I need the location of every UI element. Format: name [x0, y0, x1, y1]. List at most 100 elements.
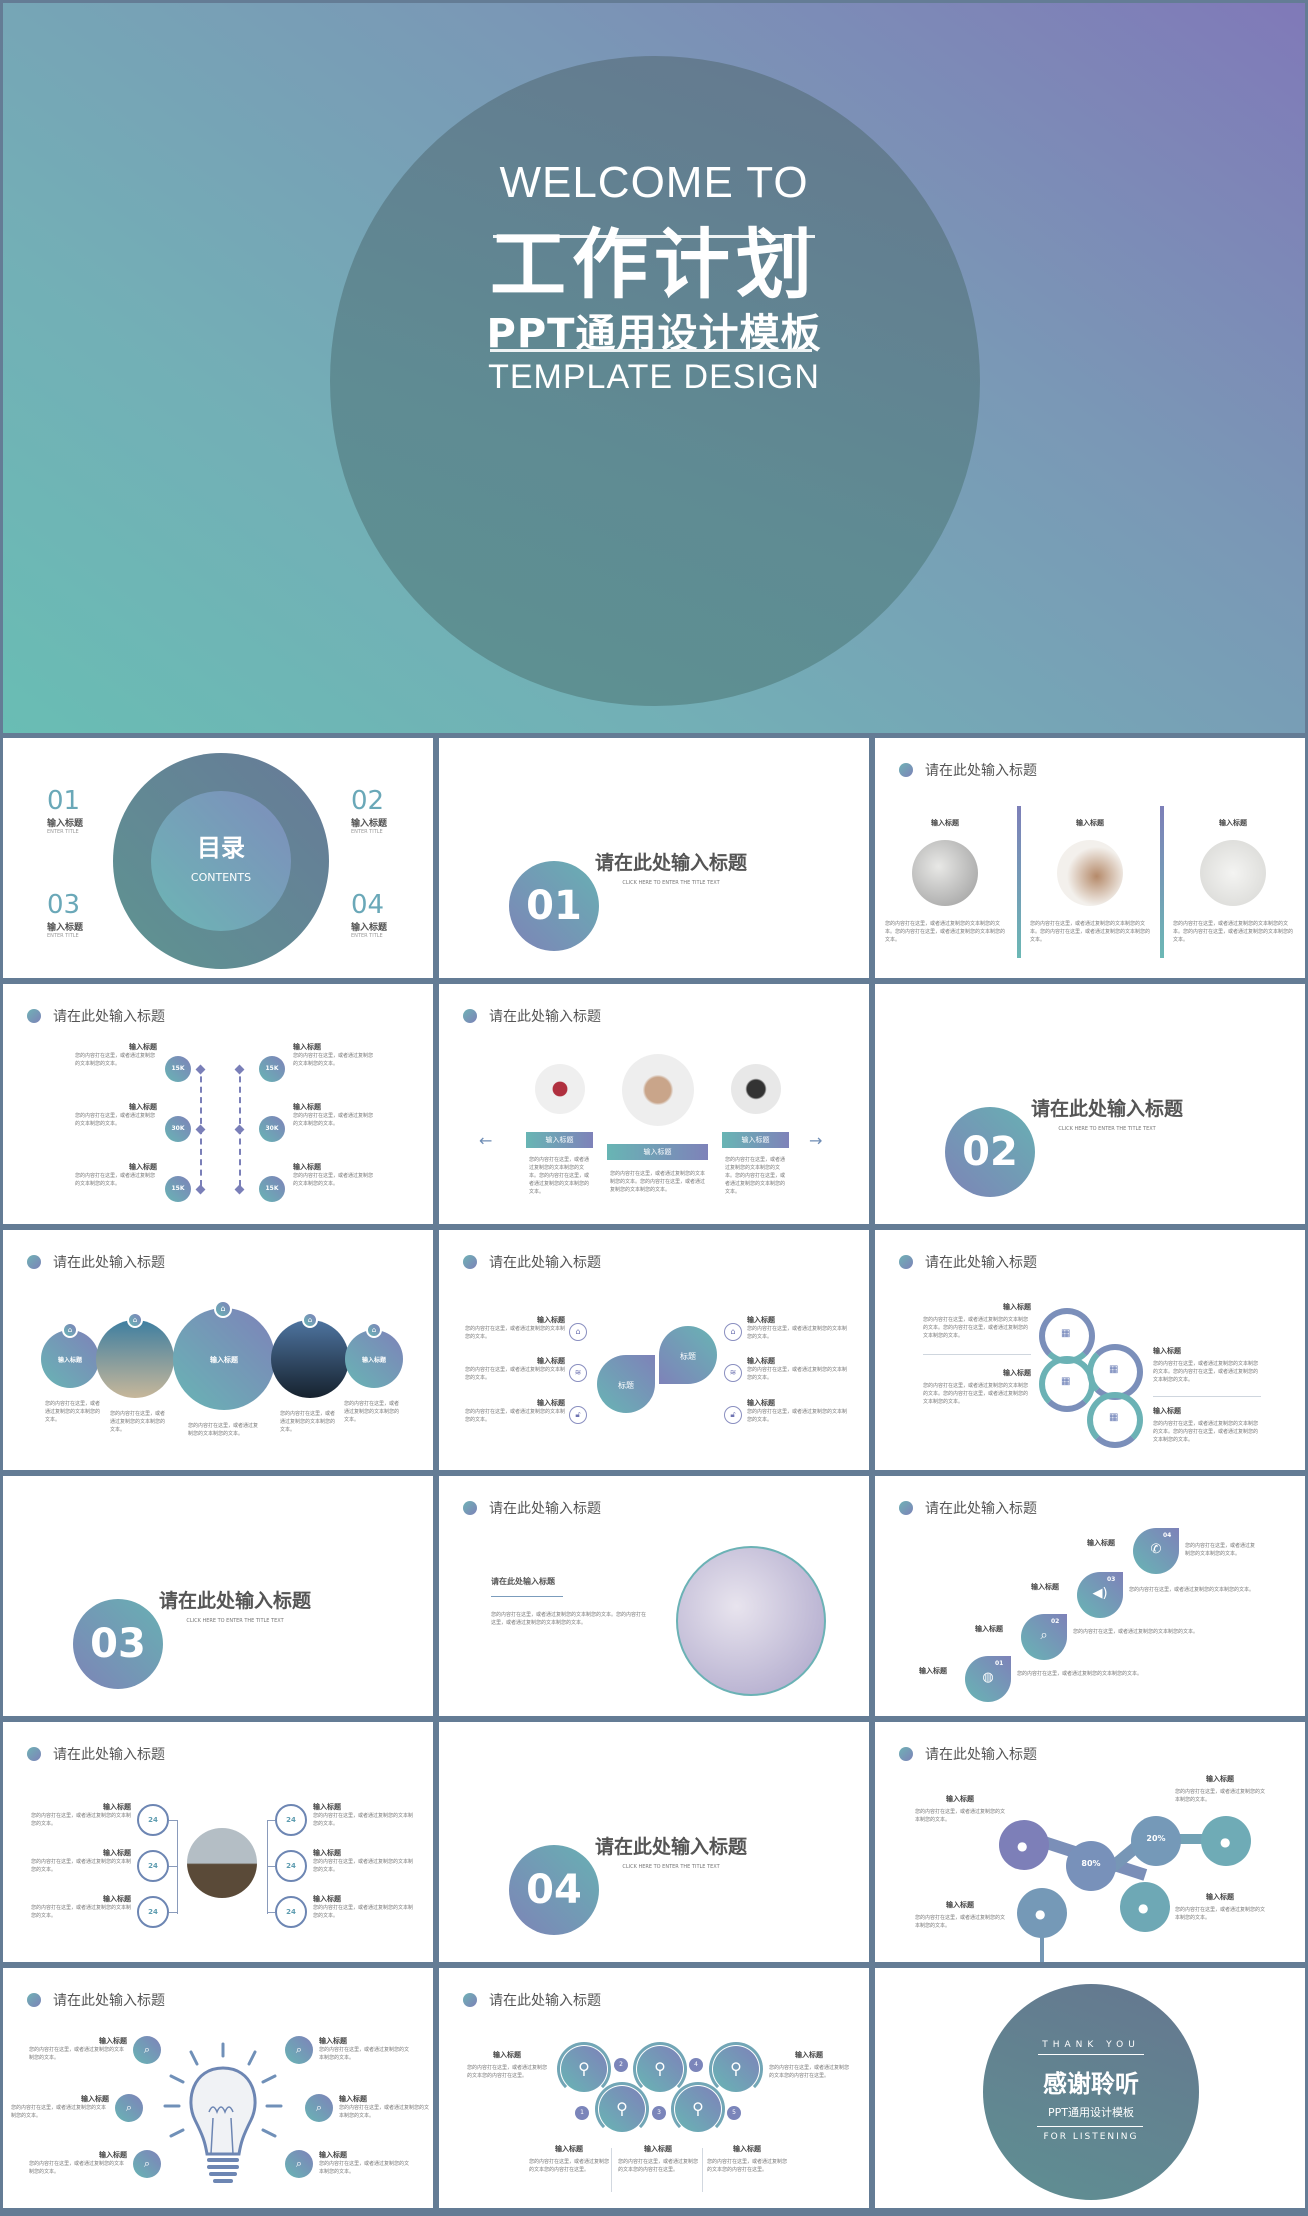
search-dollar-icon: ⌕ — [115, 2094, 143, 2122]
slide-section-01[interactable]: 01 请在此处输入标题 CLICK HERE TO ENTER THE TITL… — [439, 738, 869, 978]
drop-item-text: 您的内容打在这里，或者通过复制您的文本制您的文本。 — [747, 1326, 848, 1340]
slide-contents[interactable]: 目录 CONTENTS 01 输入标题 ENTER TITLE 02 输入标题 … — [3, 738, 433, 978]
clock-24-icon: 24 — [275, 1850, 307, 1882]
timeline-node — [234, 1124, 245, 1135]
slide-title: 请在此处输入标题 — [489, 1993, 601, 2009]
drop-item-title: 输入标题 — [537, 1399, 565, 1407]
slide-drops[interactable]: 请在此处输入标题 标题 标题 输入标题 您的内容打在这里，或者通过复制您的文本制您… — [439, 1230, 869, 1470]
hub-item-title: 输入标题 — [313, 1895, 341, 1903]
slide-three-columns[interactable]: 请在此处输入标题 输入标题 您的内容打在这里，或者通过复制您的文本制您的文本。您… — [875, 738, 1305, 978]
molecule-item-text: 您的内容打在这里，或者通过复制您的文本制您的文本。 — [915, 1809, 1006, 1823]
location-item-title: 输入标题 — [644, 2145, 672, 2153]
contents-item-4[interactable]: 04 输入标题 ENTER TITLE — [351, 890, 387, 939]
step-number-badge: 3 — [652, 2106, 666, 2120]
clock-24-icon: 24 — [137, 1850, 169, 1882]
speaker-icon: ◀) — [1092, 1586, 1108, 1601]
drop-item-title: 输入标题 — [537, 1357, 565, 1365]
hub-item-title: 输入标题 — [103, 1803, 131, 1811]
product-label: 输入标题 — [526, 1132, 593, 1148]
slide-thank-you[interactable]: THANK YOU 感谢聆听 PPT通用设计模板 FOR LISTENING — [875, 1968, 1305, 2208]
contents-item-1[interactable]: 01 输入标题 ENTER TITLE — [47, 786, 83, 835]
bubble-value: 20% — [1146, 1834, 1166, 1843]
bullet-dot-icon — [899, 1747, 913, 1761]
contents-item-2[interactable]: 02 输入标题 ENTER TITLE — [351, 786, 387, 835]
timeline-item-text: 您的内容打在这里，或者通过复制您的文本制您的文本。 — [293, 1053, 374, 1067]
cover-slide[interactable]: WELCOME TO 工作计划 PPT通用设计模板 TEMPLATE DESIG… — [3, 3, 1305, 733]
arrow-right-icon[interactable]: → — [809, 1131, 822, 1150]
cycle-item-2: 输入标题 您的内容打在这里，或者通过复制您的文本制您的文本。您的内容打在这里，或者… — [923, 1368, 1031, 1406]
slide-section-02[interactable]: 02 请在此处输入标题 CLICK HERE TO ENTER THE TITL… — [875, 984, 1305, 1224]
home-icon: ⌂ — [302, 1312, 318, 1328]
location-item-title: 输入标题 — [733, 2145, 761, 2153]
circle-text: 您的内容打在这里，或者通过复制您的文本制您的文本。 — [280, 1411, 336, 1433]
location-item-top-right: 输入标题 您的内容打在这里，或者通过复制您的文本您的内容打在这里。 — [769, 2050, 849, 2080]
drop-label: 标题 — [680, 1352, 696, 1361]
divider — [702, 2148, 703, 2192]
photo-mountain — [271, 1320, 349, 1398]
section-subtitle: CLICK HERE TO ENTER THE TITLE TEXT — [1058, 1126, 1156, 1132]
slide-five-circles[interactable]: 请在此处输入标题 输入标题 输入标题 输入标题 ⌂ ⌂ ⌂ ⌂ ⌂ 您的内容打在… — [3, 1230, 433, 1470]
contents-item-3[interactable]: 03 输入标题 ENTER TITLE — [47, 890, 83, 939]
photo-landscape — [187, 1828, 257, 1898]
bulb-item-title: 输入标题 — [81, 2095, 109, 2103]
photo-desk — [1057, 840, 1123, 906]
slide-title: 请在此处输入标题 — [925, 1255, 1037, 1271]
slide-products[interactable]: 请在此处输入标题 ← → 输入标题 输入标题 输入标题 您的内容打在这里，或者通… — [439, 984, 869, 1224]
slide-title: 请在此处输入标题 — [925, 1501, 1037, 1517]
arrow-left-icon[interactable]: ← — [479, 1131, 492, 1150]
product-label: 输入标题 — [722, 1132, 789, 1148]
connector — [267, 1866, 275, 1867]
slide-lightbulb[interactable]: 请在此处输入标题 ⌕ 输入标题 您的内容打在这里，或者通过复制您的文本制您的文本。 ⌕… — [3, 1968, 433, 2208]
photo-phone — [731, 1064, 781, 1114]
location-pin-icon: ⚲ — [637, 2046, 683, 2092]
bulb-item-text: 您的内容打在这里，或者通过复制您的文本制您的文本。 — [29, 2161, 125, 2175]
slide-steps[interactable]: 请在此处输入标题 01 ◍ 输入标题 您的内容打在这里，或者通过复制您的文本制您… — [875, 1476, 1305, 1716]
search-dollar-icon: ⌕ — [285, 2150, 313, 2178]
step-number-badge: 5 — [727, 2106, 741, 2120]
drop-item-left: 输入标题您的内容打在这里，或者通过复制您的文本制您的文本。 — [465, 1398, 565, 1424]
molecule-item-text: 您的内容打在这里，或者通过复制您的文本制您的文本。 — [1175, 1789, 1266, 1803]
hub-item-text: 您的内容打在这里，或者通过复制您的文本制您的文本。 — [313, 1905, 414, 1919]
circle-text: 您的内容打在这里，或者通过复制您的文本制您的文本。 — [45, 1401, 101, 1423]
bullet-dot-icon — [463, 1255, 477, 1269]
home-icon: ⌂ — [214, 1300, 232, 1318]
slide-cycle[interactable]: 请在此处输入标题 ▦ ▦ ▦ ▦ 输入标题 您的内容打在这里，或者通过复制您的文本… — [875, 1230, 1305, 1470]
slide-hub-24[interactable]: 请在此处输入标题 输入标题 您的内容打在这里，或者通过复制您的文本制您的文本。 2… — [3, 1722, 433, 1962]
globe-icon: ◍ — [982, 1670, 994, 1685]
drop-item-title: 输入标题 — [747, 1316, 775, 1324]
slide-locations[interactable]: 请在此处输入标题 ⚲ ⚲ ⚲ ⚲ ⚲ 1 2 3 4 5 输入标题 您的内容打在这里，或者通过复制您… — [439, 1968, 869, 2208]
bullet-dot-icon — [27, 1255, 41, 1269]
molecule-item-text: 您的内容打在这里，或者通过复制您的文本制您的文本。 — [1175, 1907, 1266, 1921]
location-item-text: 您的内容打在这里，或者通过复制您的文本您的内容打在这里。 — [529, 2159, 610, 2173]
slide-section-03[interactable]: 03 请在此处输入标题 CLICK HERE TO ENTER THE TITL… — [3, 1476, 433, 1716]
hub-item-text: 您的内容打在这里，或者通过复制您的文本制您的文本。 — [31, 1905, 132, 1919]
cycle-item-text: 您的内容打在这里，或者通过复制您的文本制您的文本。您的内容打在这里，或者通过复制… — [923, 1317, 1029, 1339]
subsection-title: 请在此处输入标题 — [491, 1577, 555, 1586]
connector — [169, 1820, 177, 1821]
slide-section-04[interactable]: 04 请在此处输入标题 CLICK HERE TO ENTER THE TITL… — [439, 1722, 869, 1962]
contents-item-title: 输入标题 — [351, 819, 388, 829]
drop-item-text: 您的内容打在这里，或者通过复制您的文本制您的文本。 — [465, 1409, 566, 1423]
timeline-value-badge: 15K — [259, 1176, 285, 1202]
bullet-dot-icon — [899, 1501, 913, 1515]
step-text: 您的内容打在这里，或者通过复制您的文本制您的文本。 — [1129, 1587, 1255, 1593]
slide-timeline[interactable]: 请在此处输入标题 输入标题 您的内容打在这里，或者通过复制您的文本制您的文本。 1… — [3, 984, 433, 1224]
lock-icon: 🔓︎ — [569, 1406, 587, 1424]
contents-item-title: 输入标题 — [351, 923, 388, 933]
slide-molecule[interactable]: 请在此处输入标题 80% 20% ● ● ● ● 输入标题 您的内容打在这里，或者… — [875, 1722, 1305, 1962]
molecule-item-2: 输入标题 您的内容打在这里，或者通过复制您的文本制您的文本。 — [1175, 1774, 1265, 1804]
hub-item-title: 输入标题 — [103, 1895, 131, 1903]
section-subtitle: CLICK HERE TO ENTER THE TITLE TEXT — [622, 1864, 720, 1870]
bulb-item-left: 输入标题 您的内容打在这里，或者通过复制您的文本制您的文本。 — [29, 2150, 127, 2176]
location-item-text: 您的内容打在这里，或者通过复制您的文本您的内容打在这里。 — [467, 2065, 548, 2079]
bulb-item-title: 输入标题 — [99, 2037, 127, 2045]
bullet-dot-icon — [27, 1009, 41, 1023]
step-number: 02 — [1051, 1618, 1060, 1625]
building-icon: ▦ — [1061, 1376, 1071, 1387]
step-number: 01 — [995, 1660, 1004, 1667]
location-pin-icon: ⚲ — [675, 2086, 721, 2132]
search-dollar-icon: ⌕ — [285, 2036, 313, 2064]
timeline-item-right: 输入标题 您的内容打在这里，或者通过复制您的文本制您的文本。 — [293, 1102, 375, 1128]
slide-text-photo[interactable]: 请在此处输入标题 请在此处输入标题 您的内容打在这里，或者通过复制您的文本制您的… — [439, 1476, 869, 1716]
bullet-dot-icon — [27, 1993, 41, 2007]
